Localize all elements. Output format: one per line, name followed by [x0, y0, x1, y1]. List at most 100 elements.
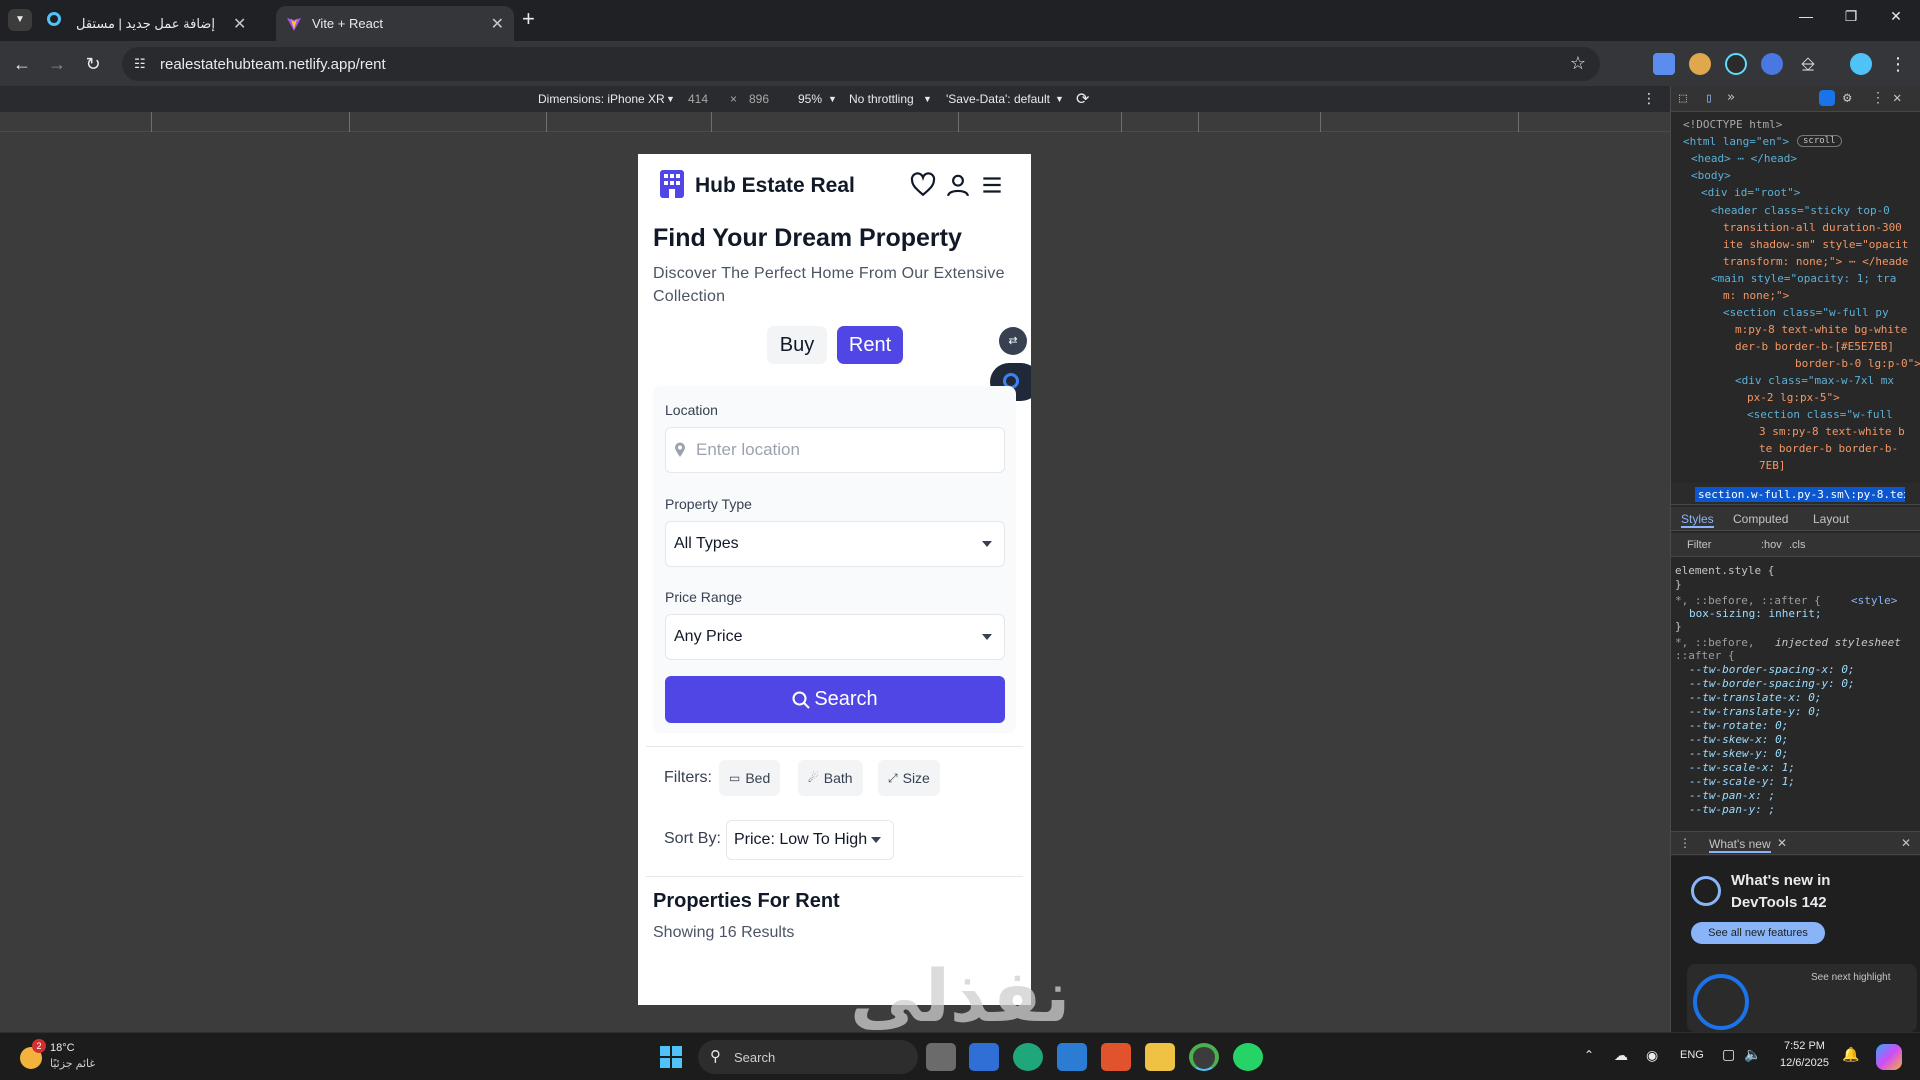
dom-node[interactable]: <section class="w-full py [1723, 306, 1889, 319]
clock-time[interactable]: 7:52 PM [1784, 1040, 1825, 1052]
save-data-select[interactable]: 'Save-Data': default [946, 92, 1050, 106]
notifications-icon[interactable]: 🔔 [1842, 1046, 1859, 1063]
gear-icon[interactable]: ⚙ [1843, 90, 1851, 106]
reload-icon[interactable]: ↻ [80, 51, 106, 77]
dom-node[interactable]: <header class="sticky top-0 [1711, 204, 1890, 217]
copilot-icon[interactable] [1876, 1044, 1902, 1070]
dom-node[interactable]: <main style="opacity: 1; tra [1711, 272, 1896, 285]
close-icon[interactable]: ✕ [1901, 836, 1911, 850]
address-bar[interactable]: ☷ realestatehubteam.netlify.app/rent ☆ [122, 47, 1600, 81]
device-toggle-icon[interactable]: ▯ [1705, 91, 1713, 106]
back-icon[interactable]: ← [9, 51, 35, 77]
extension-icon[interactable] [1761, 53, 1783, 75]
user-icon[interactable] [945, 172, 971, 198]
volume-icon[interactable]: 🔈 [1744, 1046, 1761, 1063]
rent-toggle-button[interactable]: Rent [837, 326, 903, 364]
close-icon[interactable]: ✕ [233, 14, 246, 34]
tab-search-button[interactable]: ▼ [8, 9, 32, 31]
store-app-icon[interactable] [969, 1043, 999, 1071]
device-select[interactable]: Dimensions: iPhone XR [538, 92, 665, 106]
tab-vite-react[interactable]: Vite + React ✕ [276, 6, 514, 41]
filter-bed-button[interactable]: ▭ Bed [719, 760, 781, 796]
throttling-select[interactable]: No throttling [849, 92, 914, 106]
dom-node[interactable]: <head> ⋯ </head> [1691, 152, 1797, 165]
profile-avatar[interactable] [1850, 53, 1872, 75]
property-type-select[interactable]: All Types [665, 521, 1005, 567]
dom-node[interactable]: <body> [1691, 169, 1731, 182]
sort-select[interactable]: Price: Low To High [726, 820, 894, 860]
puzzle-extensions-icon[interactable]: ⎒ [1797, 53, 1819, 75]
file-explorer-app-icon[interactable] [926, 1043, 956, 1071]
folder-app-icon[interactable] [1145, 1043, 1175, 1071]
dom-node[interactable]: <section class="w-full [1747, 408, 1893, 421]
kebab-menu-icon[interactable]: ⋮ [1885, 51, 1911, 77]
location-input[interactable]: Enter location [665, 427, 1005, 473]
tab-styles[interactable]: Styles [1681, 512, 1714, 528]
extension-icon[interactable] [1689, 53, 1711, 75]
dom-node[interactable]: <div id="root"> [1701, 186, 1800, 199]
language-indicator[interactable]: ENG [1680, 1049, 1704, 1061]
weather-widget[interactable]: 2 18°C غائم جزئيًا [16, 1039, 126, 1075]
brave-app-icon[interactable] [1101, 1043, 1131, 1071]
dom-node[interactable]: <html lang="en"> [1683, 135, 1789, 148]
edge-app-icon[interactable] [1013, 1043, 1043, 1071]
filter-size-button[interactable]: ⤢ Size [878, 760, 940, 796]
zoom-select[interactable]: 95% [798, 92, 822, 106]
clock-date[interactable]: 12/6/2025 [1780, 1057, 1829, 1069]
inspect-icon[interactable]: ⬚ [1679, 91, 1687, 106]
hamburger-menu-icon[interactable] [979, 172, 1005, 198]
close-icon[interactable]: ✕ [1777, 836, 1787, 850]
minimize-button[interactable]: — [1786, 8, 1826, 32]
chrome-app-icon[interactable] [1189, 1043, 1219, 1071]
display-icon[interactable]: ▢ [1722, 1046, 1735, 1063]
cls-toggle[interactable]: .cls [1789, 539, 1806, 551]
dom-node[interactable]: <div class="max-w-7xl mx [1735, 374, 1894, 387]
dom-node: transform: none;"> ⋯ </heade [1723, 255, 1909, 268]
tab-whats-new[interactable]: What's new [1709, 837, 1771, 853]
height-input[interactable]: 896 [749, 92, 769, 106]
site-info-icon[interactable]: ☷ [134, 56, 146, 72]
kebab-menu-icon[interactable]: ⋮ [1871, 90, 1885, 106]
close-icon[interactable]: ✕ [491, 14, 504, 34]
taskbar-search[interactable]: ⚲ Search [698, 1040, 918, 1074]
price-range-select[interactable]: Any Price [665, 614, 1005, 660]
new-tab-button[interactable]: + [522, 6, 535, 32]
forward-icon[interactable]: → [44, 51, 70, 77]
sync-icon[interactable] [1819, 90, 1835, 106]
dom-node[interactable]: <!DOCTYPE html> [1683, 118, 1782, 131]
see-all-features-button[interactable]: See all new features [1691, 922, 1825, 944]
translate-extension-icon[interactable] [1653, 53, 1675, 75]
tab-computed[interactable]: Computed [1733, 512, 1788, 526]
tray-app-icon[interactable]: ◉ [1646, 1047, 1658, 1064]
whatsapp-app-icon[interactable] [1233, 1043, 1263, 1071]
close-icon[interactable]: ✕ [1893, 90, 1901, 106]
vscode-app-icon[interactable] [1057, 1043, 1087, 1071]
buy-toggle-button[interactable]: Buy [767, 326, 827, 364]
stylesheet-link[interactable]: <style> [1851, 594, 1897, 607]
bookmark-star-icon[interactable]: ☆ [1570, 53, 1586, 74]
filter-bath-button[interactable]: ☄ Bath [798, 760, 863, 796]
styles-filter-input[interactable]: Filter [1687, 539, 1711, 551]
width-input[interactable]: 414 [688, 92, 708, 106]
close-window-button[interactable]: ✕ [1876, 8, 1916, 32]
rotate-icon[interactable]: ⟳ [1076, 89, 1089, 109]
devtools-panel: ⬚ ▯ » ⚙ ⋮ ✕ <!DOCTYPE html> <html lang="… [1670, 86, 1920, 1032]
tab-layout[interactable]: Layout [1813, 512, 1849, 526]
more-tabs-icon[interactable]: » [1727, 90, 1735, 105]
drawer-menu-icon[interactable]: ⋮ [1679, 836, 1691, 850]
translate-fab-icon[interactable]: ⇄ [999, 327, 1027, 355]
search-button[interactable]: Search [665, 676, 1005, 723]
restore-button[interactable]: ❐ [1831, 8, 1871, 32]
brand-name[interactable]: Hub Estate Real [695, 174, 855, 198]
hov-toggle[interactable]: :hov [1761, 539, 1782, 551]
react-devtools-icon[interactable] [1725, 53, 1747, 75]
heart-icon[interactable] [910, 172, 936, 198]
tab-mostaql[interactable]: ✕ إضافة عمل جديد | مستقل [66, 6, 266, 41]
tray-overflow-icon[interactable]: ⌃ [1584, 1048, 1594, 1062]
more-options-icon[interactable]: ⋮ [1642, 90, 1656, 107]
windows-start-icon[interactable] [660, 1046, 682, 1068]
see-next-highlight-link[interactable]: See next highlight [1811, 972, 1891, 983]
breadcrumb-item[interactable]: section.w-full.py-3.sm\:py-8.text-whit [1695, 487, 1905, 502]
search-icon [792, 691, 811, 709]
network-icon[interactable]: ☁ [1614, 1047, 1628, 1064]
